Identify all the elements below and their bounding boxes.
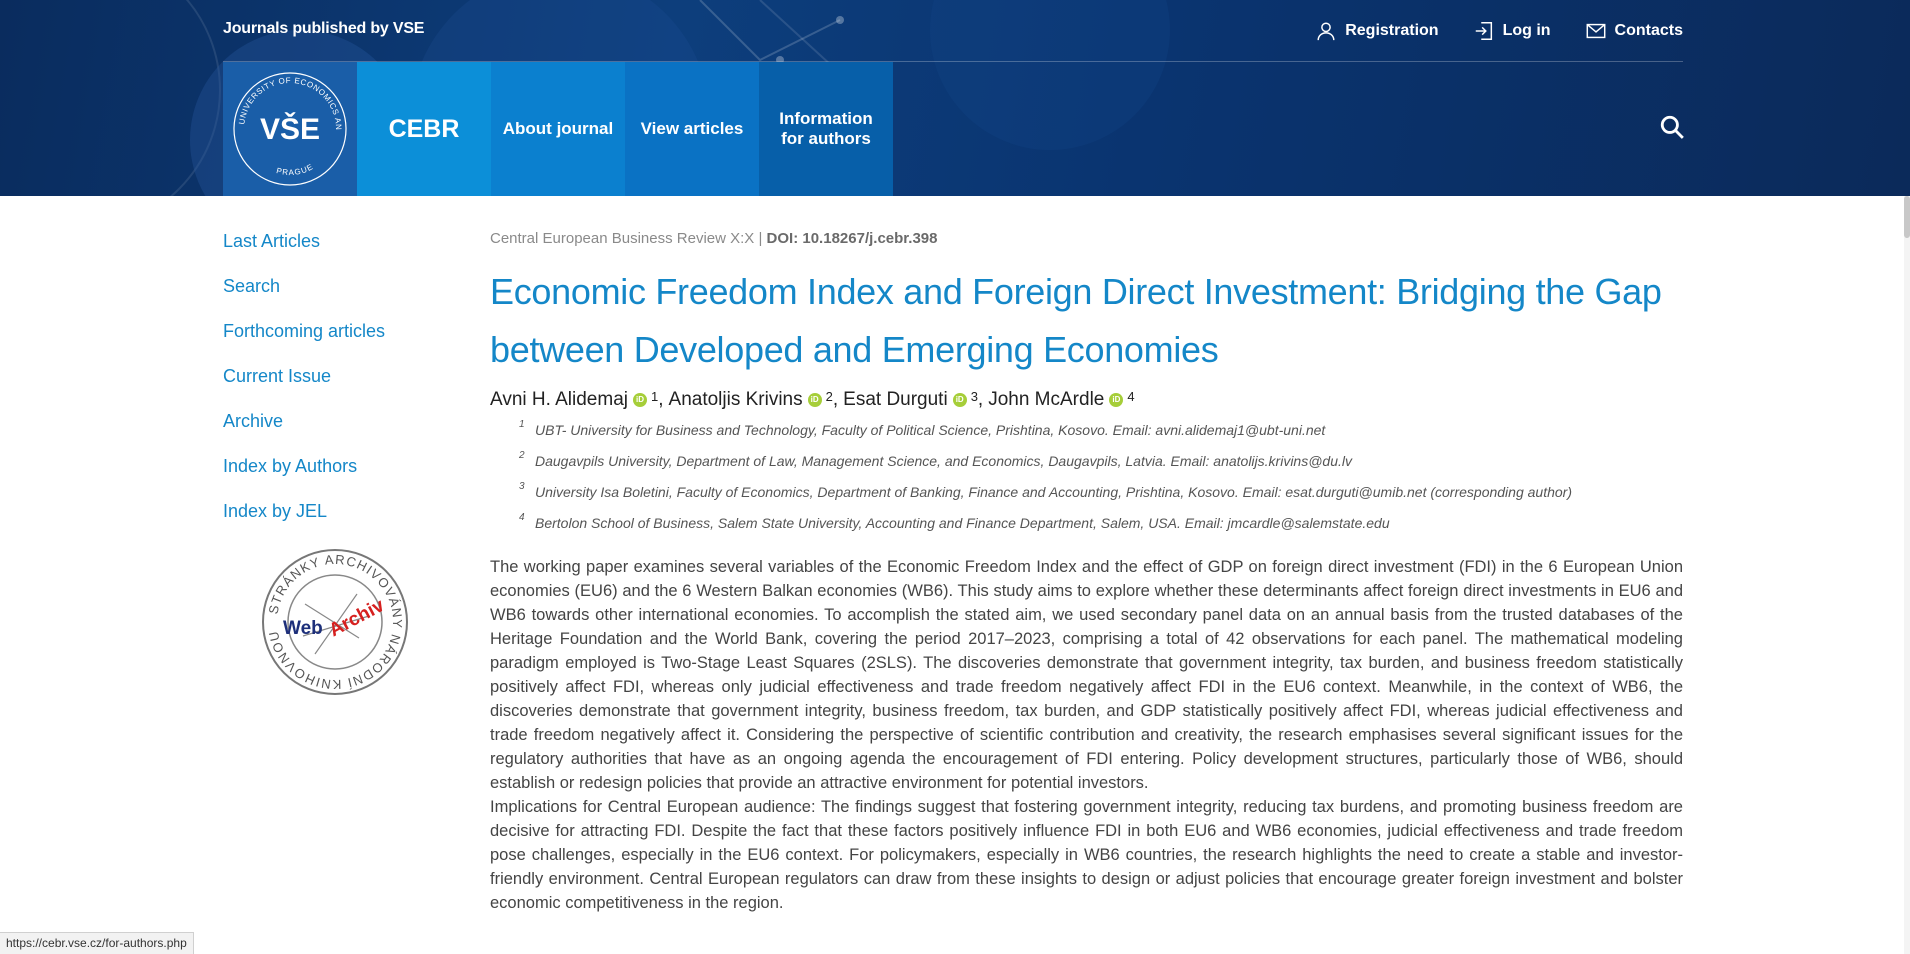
affiliation-number: 3	[519, 481, 525, 492]
affiliation-item: 4 Bertolon School of Business, Salem Sta…	[519, 512, 1683, 543]
implications-paragraph: Implications for Central European audien…	[490, 798, 1683, 912]
abstract-paragraph: The working paper examines several varia…	[490, 558, 1683, 792]
sidebar-item-forthcoming-articles[interactable]: Forthcoming articles	[223, 318, 453, 363]
affiliation-text: Daugavpils University, Department of Law…	[535, 453, 1352, 469]
scrollbar-thumb[interactable]	[1904, 196, 1910, 238]
sidebar: Last Articles Search Forthcoming article…	[223, 228, 453, 543]
orcid-icon[interactable]: iD	[1109, 393, 1124, 407]
webarchiv-badge[interactable]: STRÁNKY ARCHIVOVÁNY NÁRODNÍ KNIHOVNOU ČR…	[259, 546, 411, 698]
affiliation-item: 1 UBT- University for Business and Techn…	[519, 419, 1683, 450]
article-breadcrumb: Central European Business Review X:X | D…	[490, 230, 1683, 247]
orcid-icon[interactable]: iD	[807, 393, 822, 407]
webarchiv-web-text: Web	[283, 618, 323, 639]
author-affiliation-number: 2	[825, 388, 833, 404]
author-name[interactable]: Avni H. Alidemaj	[490, 389, 628, 411]
sidebar-item-last-articles[interactable]: Last Articles	[223, 228, 453, 273]
article-main: Central European Business Review X:X | D…	[490, 230, 1683, 915]
affiliations-list: 1 UBT- University for Business and Techn…	[519, 419, 1683, 543]
sidebar-item-search[interactable]: Search	[223, 273, 453, 318]
affiliation-number: 1	[519, 419, 525, 430]
nav-cebr[interactable]: CEBR	[357, 62, 491, 196]
affiliation-text: Bertolon School of Business, Salem State…	[535, 515, 1390, 531]
affiliation-number: 4	[519, 512, 525, 523]
search-icon[interactable]	[1659, 114, 1685, 140]
sidebar-item-index-by-jel[interactable]: Index by JEL	[223, 498, 453, 543]
author: Anatoljis Krivins iD 2	[669, 389, 833, 411]
affiliation-number: 2	[519, 450, 525, 461]
logo-mark-text: VŠE	[260, 112, 320, 146]
orcid-icon[interactable]: iD	[952, 393, 967, 407]
nav-view-articles[interactable]: View articles	[625, 62, 759, 196]
author-name[interactable]: Anatoljis Krivins	[669, 389, 803, 411]
author-affiliation-number: 4	[1127, 388, 1135, 404]
journals-published-by-label[interactable]: Journals published by VSE	[223, 20, 424, 38]
nav-about-journal[interactable]: About journal	[491, 62, 625, 196]
orcid-icon[interactable]: iD	[633, 393, 647, 407]
svg-text:PRAGUE: PRAGUE	[275, 162, 315, 177]
scrollbar-track[interactable]	[1904, 196, 1910, 954]
sidebar-item-archive[interactable]: Archive	[223, 408, 453, 453]
login-icon	[1475, 22, 1492, 40]
author: John McArdle iD 4	[988, 389, 1134, 411]
browser-status-url: https://cebr.vse.cz/for-authors.php	[0, 932, 194, 954]
site-header: Journals published by VSE Registration L…	[0, 0, 1910, 196]
registration-link[interactable]: Registration	[1315, 20, 1439, 42]
vse-logo[interactable]: UNIVERSITY OF ECONOMICS AND BUSINESS PRA…	[223, 62, 357, 196]
author: Avni H. Alidemaj iD 1	[490, 389, 658, 411]
contacts-link[interactable]: Contacts	[1585, 20, 1683, 42]
registration-label: Registration	[1345, 22, 1439, 39]
affiliation-text: UBT- University for Business and Technol…	[535, 422, 1326, 438]
author-affiliation-number: 1	[651, 388, 659, 404]
top-links: Registration Log in Contacts	[1315, 20, 1683, 42]
breadcrumb-separator: |	[754, 230, 767, 247]
author-name[interactable]: John McArdle	[988, 389, 1104, 411]
article-title: Economic Freedom Index and Foreign Direc…	[490, 271, 1662, 370]
affiliation-item: 2 Daugavpils University, Department of L…	[519, 450, 1683, 481]
main-nav: UNIVERSITY OF ECONOMICS AND BUSINESS PRA…	[223, 62, 893, 196]
logo-bottom-text: PRAGUE	[275, 162, 314, 177]
author-name[interactable]: Esat Durguti	[843, 389, 948, 411]
sidebar-item-index-by-authors[interactable]: Index by Authors	[223, 453, 453, 498]
vse-logo-mark: UNIVERSITY OF ECONOMICS AND BUSINESS PRA…	[230, 69, 347, 186]
author-affiliation-number: 3	[970, 388, 978, 404]
login-label: Log in	[1502, 22, 1551, 39]
user-icon	[1317, 22, 1335, 41]
article-abstract: The working paper examines several varia…	[490, 555, 1683, 915]
breadcrumb-journal[interactable]: Central European Business Review X:X	[490, 230, 754, 247]
author: Esat Durguti iD 3	[843, 389, 978, 411]
affiliation-text: University Isa Boletini, Faculty of Econ…	[535, 484, 1572, 500]
breadcrumb-doi: DOI: 10.18267/j.cebr.398	[766, 230, 938, 247]
affiliation-item: 3 University Isa Boletini, Faculty of Ec…	[519, 481, 1683, 512]
author-list: Avni H. Alidemaj iD 1 , Anatoljis Krivin…	[490, 388, 1135, 411]
sidebar-item-current-issue[interactable]: Current Issue	[223, 363, 453, 408]
contacts-label: Contacts	[1614, 22, 1683, 39]
nav-information-for-authors[interactable]: Information for authors	[759, 62, 893, 196]
login-link[interactable]: Log in	[1473, 20, 1551, 42]
mail-icon	[1586, 23, 1605, 39]
